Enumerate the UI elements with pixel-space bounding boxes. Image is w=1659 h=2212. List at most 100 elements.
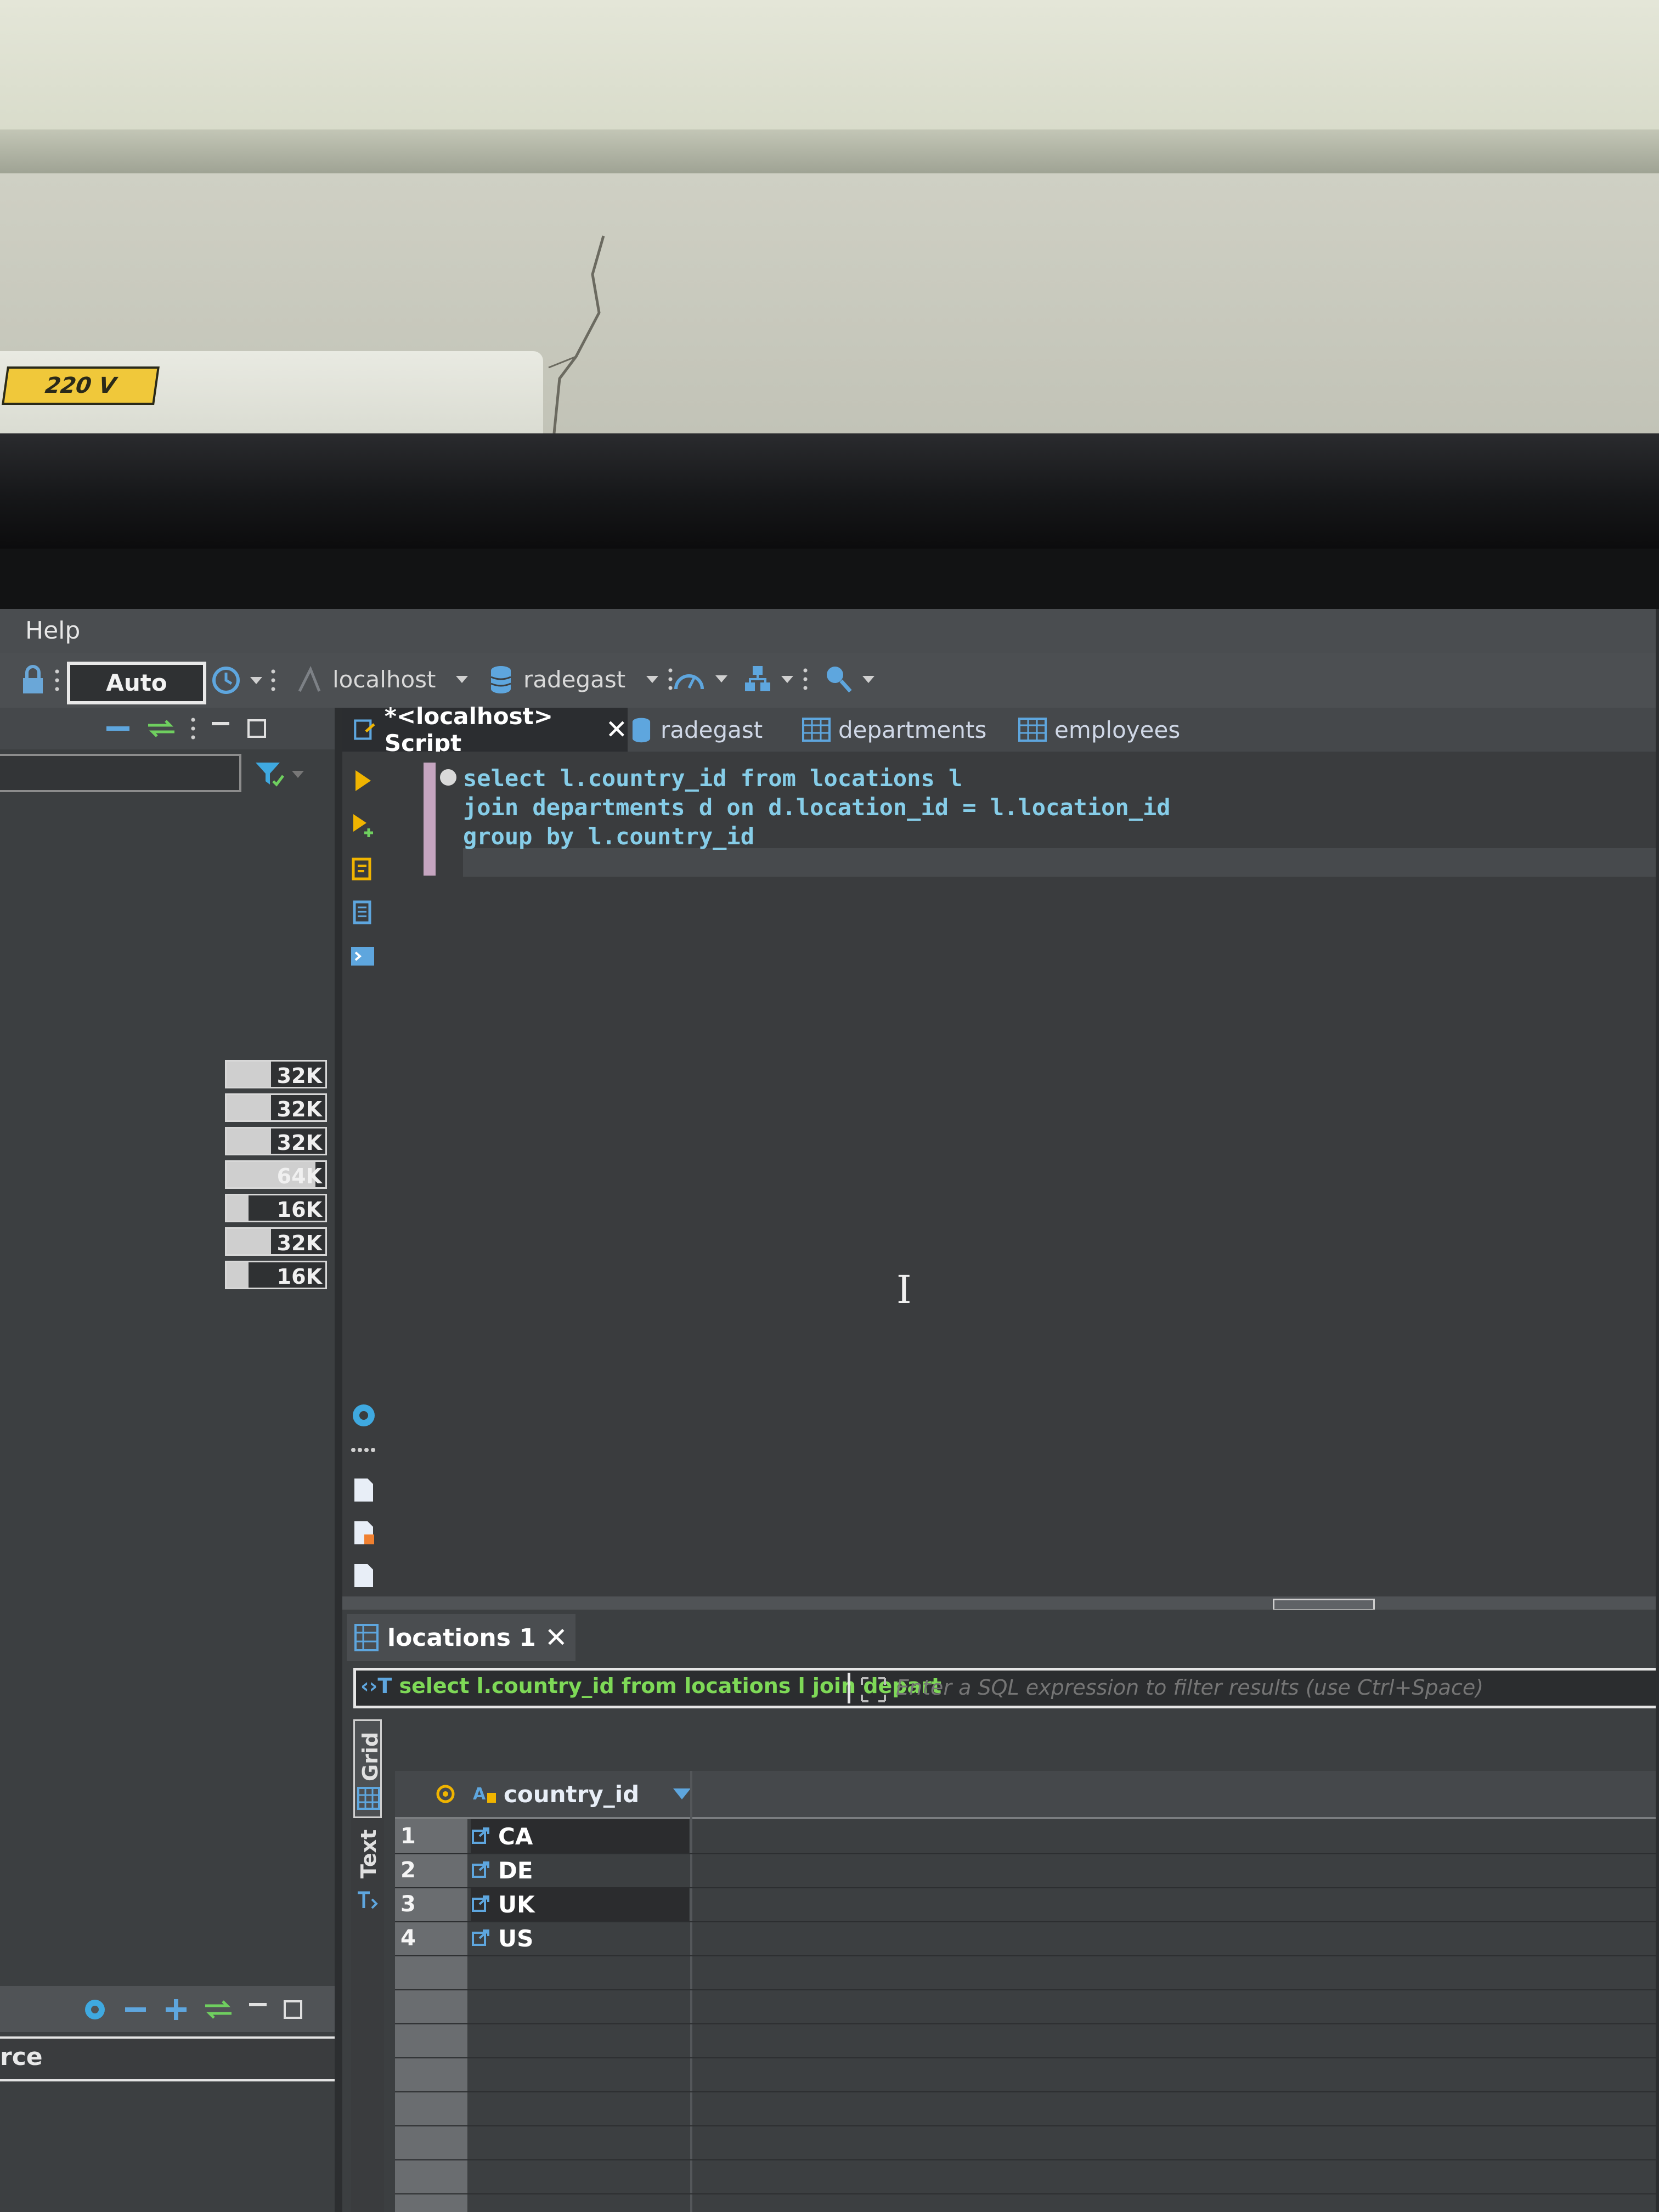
menu-help[interactable]: Help (25, 617, 80, 645)
table-row[interactable] (395, 2057, 1659, 2092)
search-button[interactable] (824, 664, 874, 695)
size-bar-fill (227, 1195, 249, 1221)
close-icon[interactable]: ✕ (545, 1622, 568, 1654)
results-filter-input[interactable] (895, 1675, 1654, 1700)
collapse-all-icon[interactable] (104, 718, 132, 740)
connection-selector[interactable]: localhost (296, 664, 468, 695)
clock-icon (212, 667, 240, 694)
table-row[interactable] (395, 2125, 1659, 2160)
explain-plan-icon[interactable] (350, 900, 375, 925)
table-size-column: 32K 32K 32K 64K 16K 32K 16K (225, 1060, 327, 1294)
transaction-log-button[interactable] (211, 665, 275, 696)
connection-icon (298, 665, 321, 692)
sql-editor[interactable]: select l.country_id from locations l join… (342, 752, 1659, 1728)
minimize-icon[interactable] (247, 1999, 269, 2021)
expand-filter-icon[interactable] (860, 1676, 887, 1703)
table-row[interactable] (395, 2159, 1659, 2194)
table-row[interactable]: 2 DE (395, 1853, 1659, 1888)
tab-radegast[interactable]: radegast (630, 708, 763, 752)
tab-employees[interactable]: employees (1018, 708, 1180, 752)
tab-departments-label: departments (838, 716, 987, 743)
navigator-filter-button[interactable] (255, 760, 304, 788)
tab-script[interactable]: *<localhost> Script ✕ (342, 703, 628, 757)
schema-button[interactable] (744, 664, 808, 695)
new-script-icon[interactable] (350, 1476, 377, 1504)
link-editor-icon[interactable] (203, 1996, 234, 2023)
panel-splitter[interactable] (335, 708, 342, 2212)
table-row[interactable] (395, 2023, 1659, 2058)
table-row[interactable] (395, 1955, 1659, 1990)
open-link-icon[interactable] (471, 1894, 490, 1914)
lock-icon[interactable] (20, 665, 46, 696)
navigator-filter-input[interactable] (0, 754, 241, 792)
execute-new-tab-icon[interactable] (350, 812, 375, 837)
string-type-icon: A (473, 1785, 496, 1804)
chevron-down-icon[interactable] (646, 675, 659, 683)
fold-icon[interactable] (440, 769, 456, 786)
column-header-country-id[interactable]: A country_id (473, 1776, 692, 1812)
view-menu-icon[interactable] (191, 715, 195, 742)
link-editor-icon[interactable] (146, 718, 177, 740)
collapse-all-icon[interactable] (122, 1996, 149, 2023)
open-link-icon[interactable] (471, 1860, 490, 1880)
maximize-icon[interactable] (282, 1999, 304, 2021)
table-size-bar: 32K (225, 1060, 327, 1088)
grid-view-tab[interactable]: Grid (353, 1719, 382, 1818)
table-row[interactable]: 4 US (395, 1921, 1659, 1956)
table-row[interactable] (395, 1989, 1659, 2024)
database-selector[interactable]: radegast (488, 664, 673, 695)
cell-value: CA (498, 1822, 533, 1850)
chevron-down-icon[interactable] (455, 675, 468, 683)
table-size-bar: 32K (225, 1227, 327, 1256)
project-resource-row[interactable]: rce (0, 2036, 337, 2081)
query-preview[interactable]: ‹›T select l.country_id from locations l… (360, 1674, 941, 1698)
cell-country-id[interactable]: UK (471, 1887, 689, 1921)
svg-text:A: A (473, 1785, 486, 1804)
tab-departments[interactable]: departments (802, 708, 986, 752)
maximize-icon[interactable] (246, 718, 268, 740)
results-filter-bar[interactable]: ‹›T select l.country_id from locations l… (353, 1668, 1659, 1708)
cell-country-id[interactable]: CA (471, 1819, 689, 1853)
more-icon[interactable] (350, 1444, 377, 1455)
execute-script-icon[interactable] (350, 856, 375, 881)
settings-icon[interactable] (81, 1996, 109, 2023)
navigator-panel: 32K 32K 32K 64K 16K 32K 16K rce (0, 708, 337, 2212)
sash-handle[interactable] (1273, 1599, 1375, 1611)
dashboard-button[interactable] (673, 665, 727, 692)
sql-code[interactable]: select l.country_id from locations l join… (463, 764, 1171, 851)
chevron-down-icon[interactable] (862, 675, 874, 683)
chevron-down-icon[interactable] (292, 770, 304, 778)
chevron-down-icon[interactable] (250, 676, 262, 684)
resource-label: rce (0, 2043, 43, 2071)
cell-country-id[interactable]: US (471, 1921, 689, 1955)
cell-country-id[interactable]: DE (471, 1853, 689, 1887)
expand-all-icon[interactable] (162, 1996, 190, 2023)
open-link-icon[interactable] (471, 1928, 490, 1948)
table-row[interactable]: 3 UK (395, 1887, 1659, 1922)
row-number: 1 (400, 1824, 416, 1849)
tab-results[interactable]: locations 1 ✕ (347, 1614, 575, 1661)
commit-mode-button[interactable]: Auto (67, 662, 206, 704)
settings-icon[interactable] (350, 1402, 377, 1429)
close-icon[interactable]: ✕ (606, 714, 628, 745)
sort-icon[interactable] (672, 1787, 692, 1801)
chevron-down-icon[interactable] (715, 675, 727, 682)
table-row[interactable] (395, 2091, 1659, 2126)
open-script-icon[interactable] (350, 1519, 377, 1547)
current-line-highlight (463, 848, 1659, 877)
project-panel-header (0, 1986, 335, 2032)
row-number: 2 (400, 1858, 416, 1883)
text-cursor-icon: I (896, 1267, 912, 1312)
open-link-icon[interactable] (471, 1826, 490, 1846)
change-marker (424, 763, 436, 876)
minimize-icon[interactable] (210, 718, 232, 740)
terminal-icon[interactable] (350, 944, 375, 969)
select-all-icon[interactable] (435, 1783, 456, 1805)
execute-statement-icon[interactable] (350, 768, 375, 793)
results-sash[interactable] (342, 1596, 1659, 1611)
text-view-tab[interactable]: Text (353, 1829, 382, 1917)
table-row[interactable]: 1 CA (395, 1819, 1659, 1854)
save-script-icon[interactable] (350, 1562, 377, 1589)
text-view-label: Text (357, 1829, 381, 1878)
chevron-down-icon[interactable] (781, 675, 793, 683)
